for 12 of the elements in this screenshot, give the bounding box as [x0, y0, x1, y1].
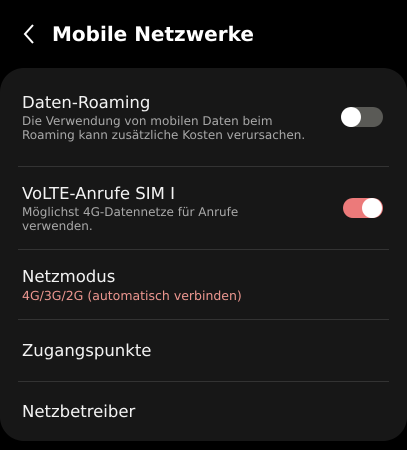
setting-title[interactable]: Netzbetreiber: [22, 402, 136, 421]
back-icon[interactable]: [22, 23, 36, 45]
setting-title[interactable]: Zugangspunkte: [22, 341, 152, 360]
setting-description: Möglichst 4G-Datennetze für Anrufe verwenden.: [22, 204, 240, 232]
page-title: Mobile Netzwerke: [52, 22, 254, 46]
setting-title: Daten-Roaming: [22, 92, 152, 112]
toggle-switch[interactable]: [343, 107, 383, 127]
setting-description: Die Verwendung von mobilen Daten beim Roaming kann zusätzliche Kosten verursachen.: [22, 114, 306, 142]
setting-value: 4G/3G/2G (automatisch verbinden): [22, 288, 243, 302]
setting-title: VoLTE-Anrufe SIM I: [22, 184, 176, 202]
toggle-switch[interactable]: [343, 198, 383, 218]
setting-title[interactable]: Netzmodus: [22, 266, 385, 286]
